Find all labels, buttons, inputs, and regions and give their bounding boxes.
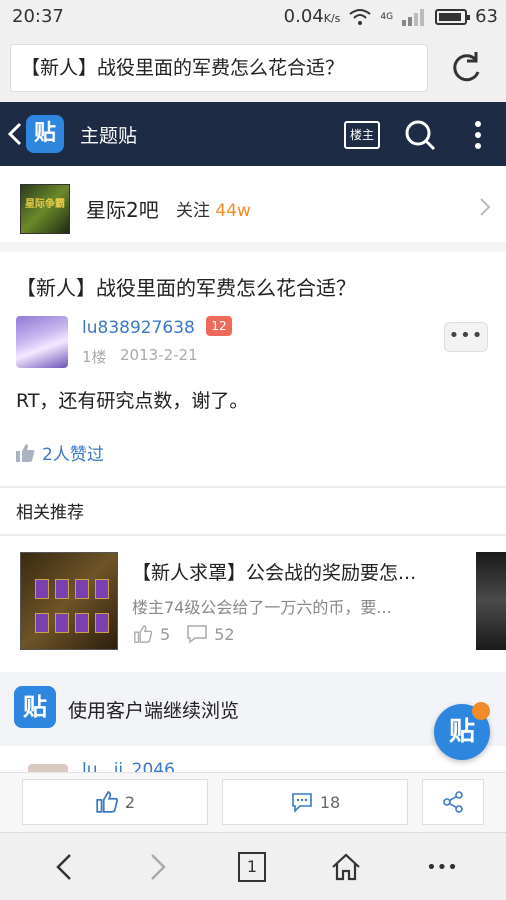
related-item-snippet: 楼主74级公会给了一万六的币，要... — [132, 598, 392, 617]
like-summary[interactable]: 2人赞过 — [14, 440, 104, 465]
related-item-stats: 5 52 — [132, 624, 235, 644]
divider — [0, 486, 506, 488]
tab-count: 1 — [238, 852, 266, 882]
share-button[interactable] — [422, 779, 484, 825]
thumbs-up-icon — [134, 625, 153, 643]
wifi-icon — [349, 8, 372, 25]
status-indicators: 0.04K/s 4G 63 — [284, 6, 498, 27]
thumbs-up-icon — [96, 791, 118, 813]
status-bar: 20:37 0.04K/s 4G 63 — [0, 0, 506, 34]
related-thumbnail[interactable] — [20, 552, 118, 650]
related-item-title[interactable]: 【新人求罩】公会战的奖励要怎... — [132, 558, 462, 585]
post-date: 2013-2-21 — [120, 346, 198, 364]
level-badge: 12 — [206, 316, 232, 336]
next-reply-peek: lu...ji_2046 — [0, 746, 506, 772]
comment-icon — [187, 625, 207, 644]
url-field[interactable]: 【新人】战役里面的军费怎么花合适？ — [10, 44, 428, 92]
browser-nav-bar: 1 ••• — [0, 832, 506, 900]
status-time: 20:37 — [12, 6, 64, 27]
forum-row[interactable]: 星际争霸 星际2吧 关注 44w — [0, 166, 506, 252]
comment-button-count: 18 — [319, 792, 341, 812]
share-icon — [443, 791, 463, 813]
post-author[interactable]: lu838927638 — [82, 318, 195, 338]
post-floor: 1楼 — [82, 348, 107, 366]
tieba-app-logo: 贴 — [14, 686, 56, 728]
page-title: 主题贴 — [80, 125, 138, 147]
open-in-app-text: 使用客户端继续浏览 — [68, 700, 240, 722]
signal-type: 4G — [380, 11, 394, 22]
battery-icon — [435, 8, 471, 25]
net-speed: 0.04K/s — [283, 6, 341, 27]
related-next-thumbnail[interactable] — [476, 552, 506, 650]
forum-avatar: 星际争霸 — [20, 184, 70, 234]
back-arrow-icon[interactable] — [8, 122, 22, 146]
related-comment-count: 52 — [214, 624, 235, 644]
post-title: 【新人】战役里面的军费怎么花合适？ — [16, 276, 356, 300]
tabs-button[interactable]: 1 — [232, 847, 272, 887]
chevron-right-icon — [480, 198, 490, 216]
page-header: 贴 主题贴 楼主 — [0, 102, 506, 166]
thumbs-up-icon — [16, 443, 35, 462]
avatar[interactable] — [16, 316, 68, 368]
signal-icon — [402, 8, 425, 26]
post-more-button[interactable]: ••• — [444, 322, 488, 352]
forum-name: 星际2吧 — [86, 198, 159, 222]
browser-url-bar: 【新人】战役里面的军费怎么花合适？ — [0, 34, 506, 102]
like-count-text: 2人赞过 — [42, 445, 104, 465]
chevron-right-icon — [151, 854, 166, 880]
more-vertical-icon[interactable] — [470, 120, 486, 150]
like-button[interactable]: 2 — [22, 779, 208, 825]
search-icon[interactable] — [404, 119, 436, 151]
chevron-left-icon — [56, 854, 71, 880]
post-body: RT，还有研究点数，谢了。 — [16, 390, 249, 412]
comment-button[interactable]: 18 — [222, 779, 408, 825]
comment-icon — [292, 793, 312, 813]
nav-forward-button[interactable] — [138, 847, 178, 887]
like-button-count: 2 — [124, 792, 136, 812]
forum-follow-count: 关注 44w — [176, 201, 251, 221]
related-heading: 相关推荐 — [16, 503, 84, 523]
battery-level: 63 — [475, 6, 498, 27]
only-op-button[interactable]: 楼主 — [344, 121, 380, 149]
nav-back-button[interactable] — [44, 847, 84, 887]
menu-button[interactable]: ••• — [420, 847, 464, 887]
home-icon — [332, 853, 360, 881]
related-like-count: 5 — [160, 624, 171, 644]
tieba-logo[interactable]: 贴 — [26, 115, 64, 153]
avatar — [28, 764, 68, 772]
refresh-icon[interactable] — [446, 48, 486, 88]
rocket-badge-icon — [472, 702, 490, 720]
divider — [0, 534, 506, 536]
reply-author: lu...ji_2046 — [82, 760, 175, 772]
post-action-bar: 2 18 — [0, 772, 506, 832]
home-button[interactable] — [326, 847, 366, 887]
open-in-app-banner[interactable]: 贴 使用客户端继续浏览 — [0, 672, 506, 746]
